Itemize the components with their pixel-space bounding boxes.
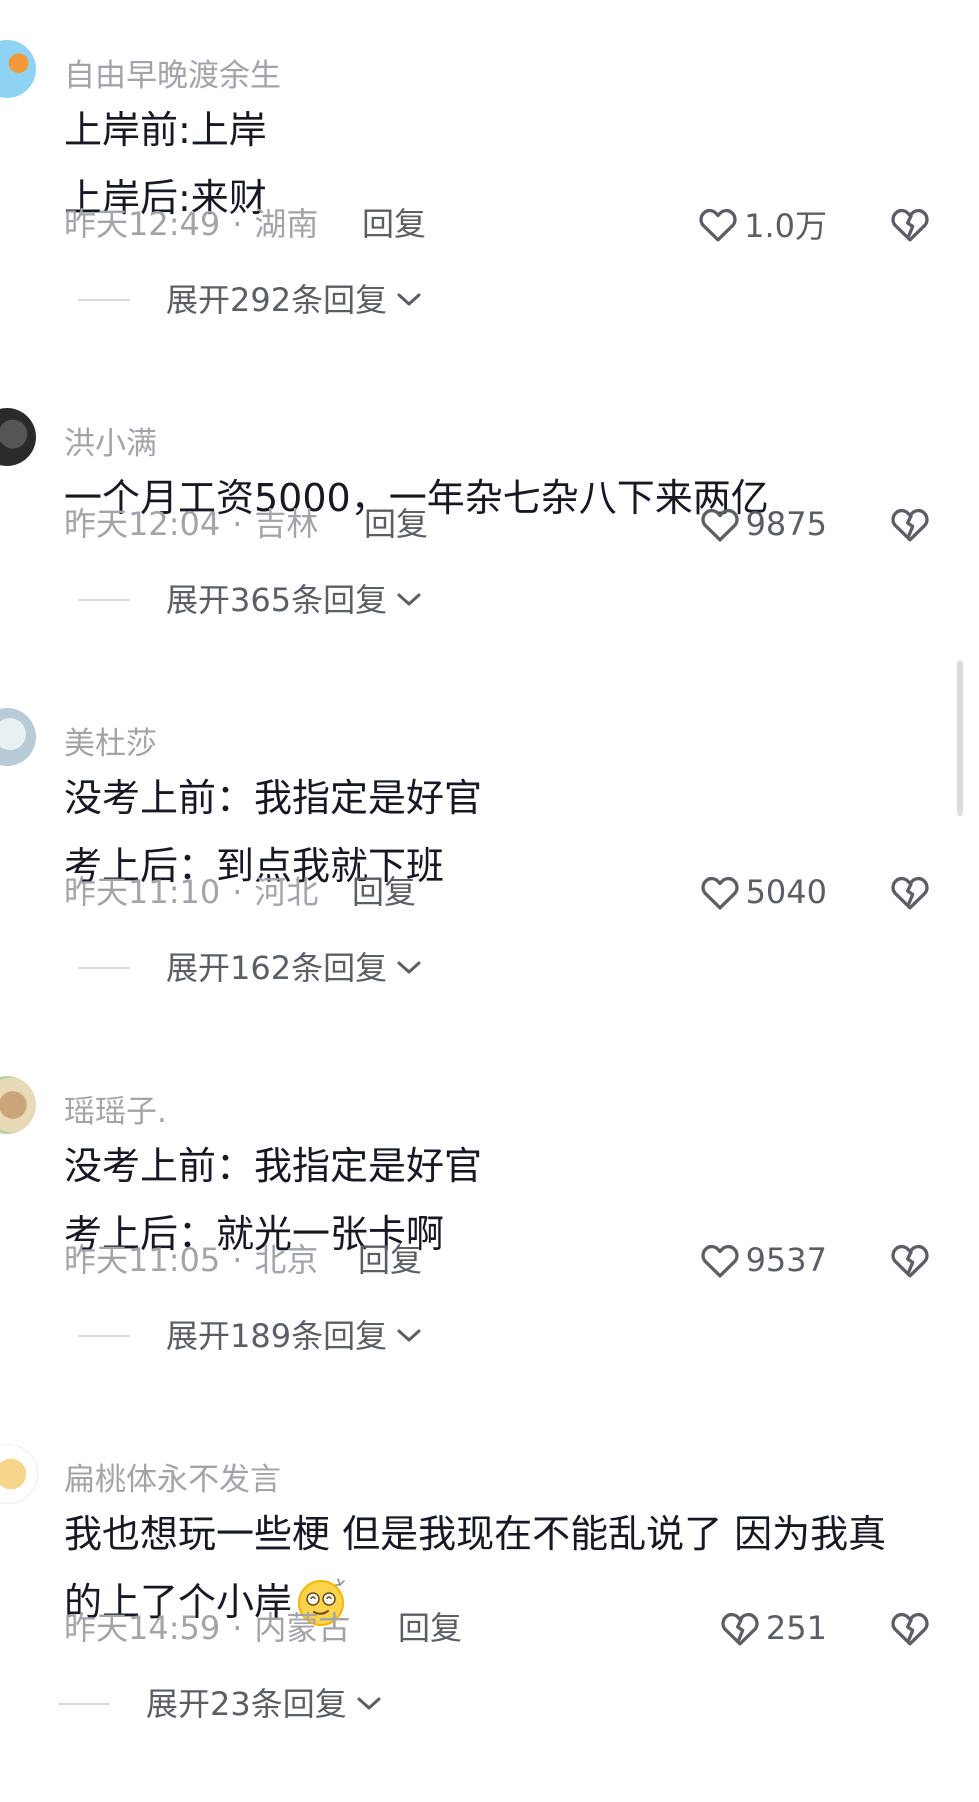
expand-replies-label: 展开162条回复 (166, 949, 388, 987)
avatar[interactable] (0, 708, 36, 766)
broken-heart-icon (721, 1612, 759, 1646)
comment-username[interactable]: 扁桃体永不发言 (64, 1454, 281, 1499)
divider (78, 299, 130, 301)
scrollbar[interactable] (957, 660, 963, 816)
reply-button[interactable]: 回复 (358, 1240, 422, 1280)
comment-location: 吉林 (254, 505, 319, 543)
like-count: 5040 (745, 873, 827, 911)
avatar[interactable] (0, 1444, 38, 1504)
expand-replies-button[interactable]: 展开365条回复 (78, 580, 423, 620)
comment-meta: 昨天14:59 · 内蒙古 (64, 1608, 350, 1648)
like-count: 9537 (745, 1241, 827, 1279)
avatar[interactable] (0, 408, 36, 466)
comment-item: 瑶瑶子. 没考上前：我指定是好官 考上后：就光一张卡啊 昨天11:05 · 北京 回… (0, 1076, 979, 1376)
chevron-down-icon (397, 593, 421, 606)
comment-line: 没考上前：我指定是好官 (64, 776, 483, 820)
divider (58, 1703, 110, 1705)
broken-heart-icon (891, 1612, 929, 1646)
comment-item: 美杜莎 没考上前：我指定是好官 考上后：到点我就下班 昨天11:10 · 河北 回复… (0, 708, 979, 1008)
comment-username[interactable]: 瑶瑶子. (64, 1086, 167, 1131)
dislike-button[interactable] (890, 204, 930, 244)
chevron-down-icon (357, 1697, 381, 1710)
dislike-button[interactable] (890, 872, 930, 912)
meta-separator: · (232, 1609, 243, 1647)
meta-separator: · (232, 205, 243, 243)
comment-username[interactable]: 洪小满 (64, 418, 157, 463)
broken-heart-icon (891, 208, 929, 242)
comment-item: 扁桃体永不发言 我也想玩一些梗 但是我现在不能乱说了 因为我真 的上了个小岸 昨… (0, 1444, 979, 1784)
reply-button[interactable]: 回复 (364, 504, 428, 544)
like-button[interactable]: 1.0万 (698, 204, 827, 245)
comment-meta: 昨天12:04 · 吉林 (64, 504, 318, 544)
comment-username[interactable]: 美杜莎 (64, 718, 157, 763)
expand-replies-label: 展开365条回复 (166, 581, 388, 619)
comment-line: 没考上前：我指定是好官 (64, 1144, 483, 1188)
divider (78, 967, 130, 969)
comment-item: 自由早晚渡余生 上岸前:上岸 上岸后:来财 昨天12:49 · 湖南 回复 1.0万… (0, 40, 979, 340)
comment-meta: 昨天11:10 · 河北 (64, 872, 318, 912)
comment-location: 北京 (254, 1241, 319, 1279)
comment-time: 昨天12:49 (64, 205, 221, 243)
broken-heart-icon (891, 508, 929, 542)
comment-location: 内蒙古 (254, 1609, 351, 1647)
heart-outline-icon (700, 508, 739, 542)
comment-location: 湖南 (254, 205, 319, 243)
expand-replies-button[interactable]: 展开292条回复 (78, 280, 423, 320)
reply-button[interactable]: 回复 (352, 872, 416, 912)
avatar[interactable] (0, 1076, 36, 1134)
comment-line: 上岸前:上岸 (64, 108, 267, 152)
comment-time: 昨天12:04 (64, 505, 221, 543)
comment-line: 我也想玩一些梗 但是我现在不能乱说了 因为我真 (64, 1512, 887, 1556)
comment-time: 昨天11:05 (64, 1241, 221, 1279)
broken-heart-icon (891, 1244, 929, 1278)
chevron-down-icon (397, 1329, 421, 1342)
expand-replies-label: 展开292条回复 (166, 281, 388, 319)
avatar[interactable] (0, 40, 36, 98)
divider (78, 1335, 130, 1337)
broken-heart-icon (891, 876, 929, 910)
like-button[interactable]: 9875 (700, 504, 827, 544)
chevron-down-icon (397, 961, 421, 974)
like-button[interactable]: 251 (720, 1608, 827, 1648)
heart-outline-icon (699, 208, 737, 242)
comment-time: 昨天11:10 (64, 873, 221, 911)
expand-replies-label: 展开23条回复 (146, 1685, 347, 1723)
comment-item: 洪小满 一个月工资5000，一年杂七杂八下来两亿 昨天12:04 · 吉林 回复 9… (0, 408, 979, 658)
like-count: 9875 (745, 505, 827, 543)
dislike-button[interactable] (890, 1240, 930, 1280)
dislike-button[interactable] (890, 1608, 930, 1648)
expand-replies-button[interactable]: 展开162条回复 (78, 948, 423, 988)
expand-replies-button[interactable]: 展开23条回复 (58, 1684, 383, 1724)
heart-outline-icon (700, 1244, 739, 1278)
like-count: 251 (765, 1609, 827, 1647)
chevron-down-icon (397, 293, 421, 306)
comment-time: 昨天14:59 (64, 1609, 221, 1647)
comment-location: 河北 (254, 873, 319, 911)
comment-username[interactable]: 自由早晚渡余生 (64, 50, 281, 95)
expand-replies-button[interactable]: 展开189条回复 (78, 1316, 423, 1356)
meta-separator: · (232, 873, 243, 911)
like-count: 1.0万 (744, 207, 827, 245)
divider (78, 599, 130, 601)
dislike-button[interactable] (890, 504, 930, 544)
like-button[interactable]: 5040 (700, 872, 827, 912)
reply-button[interactable]: 回复 (398, 1608, 462, 1648)
comment-meta: 昨天12:49 · 湖南 (64, 204, 318, 244)
expand-replies-label: 展开189条回复 (166, 1317, 388, 1355)
heart-outline-icon (700, 876, 739, 910)
like-button[interactable]: 9537 (700, 1240, 827, 1280)
meta-separator: · (232, 505, 243, 543)
meta-separator: · (232, 1241, 243, 1279)
reply-button[interactable]: 回复 (362, 204, 426, 244)
comment-meta: 昨天11:05 · 北京 (64, 1240, 318, 1280)
